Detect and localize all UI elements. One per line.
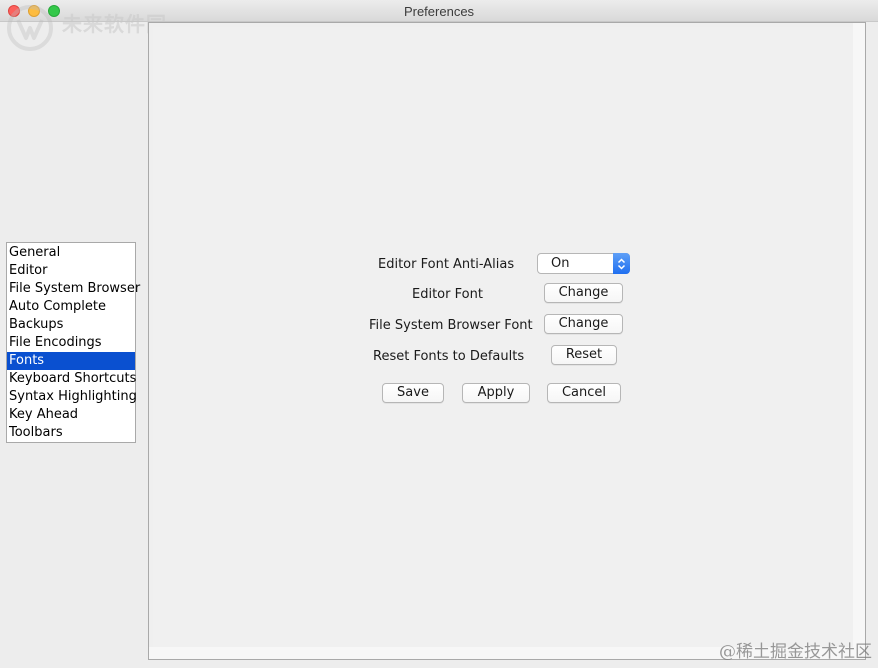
save-button[interactable]: Save bbox=[382, 383, 444, 403]
file-system-browser-font-label: File System Browser Font bbox=[369, 318, 533, 333]
category-item-keyboard-shortcuts[interactable]: Keyboard Shortcuts bbox=[7, 370, 136, 388]
apply-button[interactable]: Apply bbox=[462, 383, 530, 403]
cancel-button[interactable]: Cancel bbox=[547, 383, 621, 403]
category-item-file-encodings[interactable]: File Encodings bbox=[7, 334, 135, 352]
category-item-syntax-highlighting[interactable]: Syntax Highlighting bbox=[7, 388, 137, 406]
category-item-general[interactable]: General bbox=[7, 244, 135, 262]
preferences-content-panel bbox=[148, 22, 866, 660]
editor-font-label: Editor Font bbox=[412, 287, 483, 302]
change-file-system-browser-font-button[interactable]: Change bbox=[544, 314, 623, 334]
category-item-backups[interactable]: Backups bbox=[7, 316, 135, 334]
vertical-scroll-track[interactable] bbox=[853, 23, 865, 659]
category-item-auto-complete[interactable]: Auto Complete bbox=[7, 298, 135, 316]
preferences-category-list[interactable]: General Editor File System Browser Auto Com… bbox=[6, 242, 140, 443]
category-item-toolbars[interactable]: Toolbars bbox=[7, 424, 135, 442]
corner-watermark-text: @稀土掘金技术社区 bbox=[719, 642, 872, 662]
anti-alias-value: On bbox=[551, 256, 570, 271]
category-item-file-system-browser[interactable]: File System Browser bbox=[7, 280, 140, 298]
reset-fonts-button[interactable]: Reset bbox=[551, 345, 617, 365]
category-item-fonts[interactable]: Fonts bbox=[7, 352, 135, 370]
content-area bbox=[153, 27, 853, 647]
watermark-logo-icon bbox=[7, 5, 53, 51]
change-editor-font-button[interactable]: Change bbox=[544, 283, 623, 303]
category-item-key-ahead[interactable]: Key Ahead bbox=[7, 406, 135, 424]
select-arrows-icon[interactable] bbox=[613, 253, 630, 274]
anti-alias-select[interactable]: On bbox=[537, 253, 630, 274]
category-item-editor[interactable]: Editor bbox=[7, 262, 135, 280]
preferences-window: Preferences 未来软件园 General Editor File Syst… bbox=[0, 0, 878, 668]
reset-fonts-label: Reset Fonts to Defaults bbox=[373, 349, 525, 364]
anti-alias-label: Editor Font Anti-Alias bbox=[378, 257, 515, 272]
